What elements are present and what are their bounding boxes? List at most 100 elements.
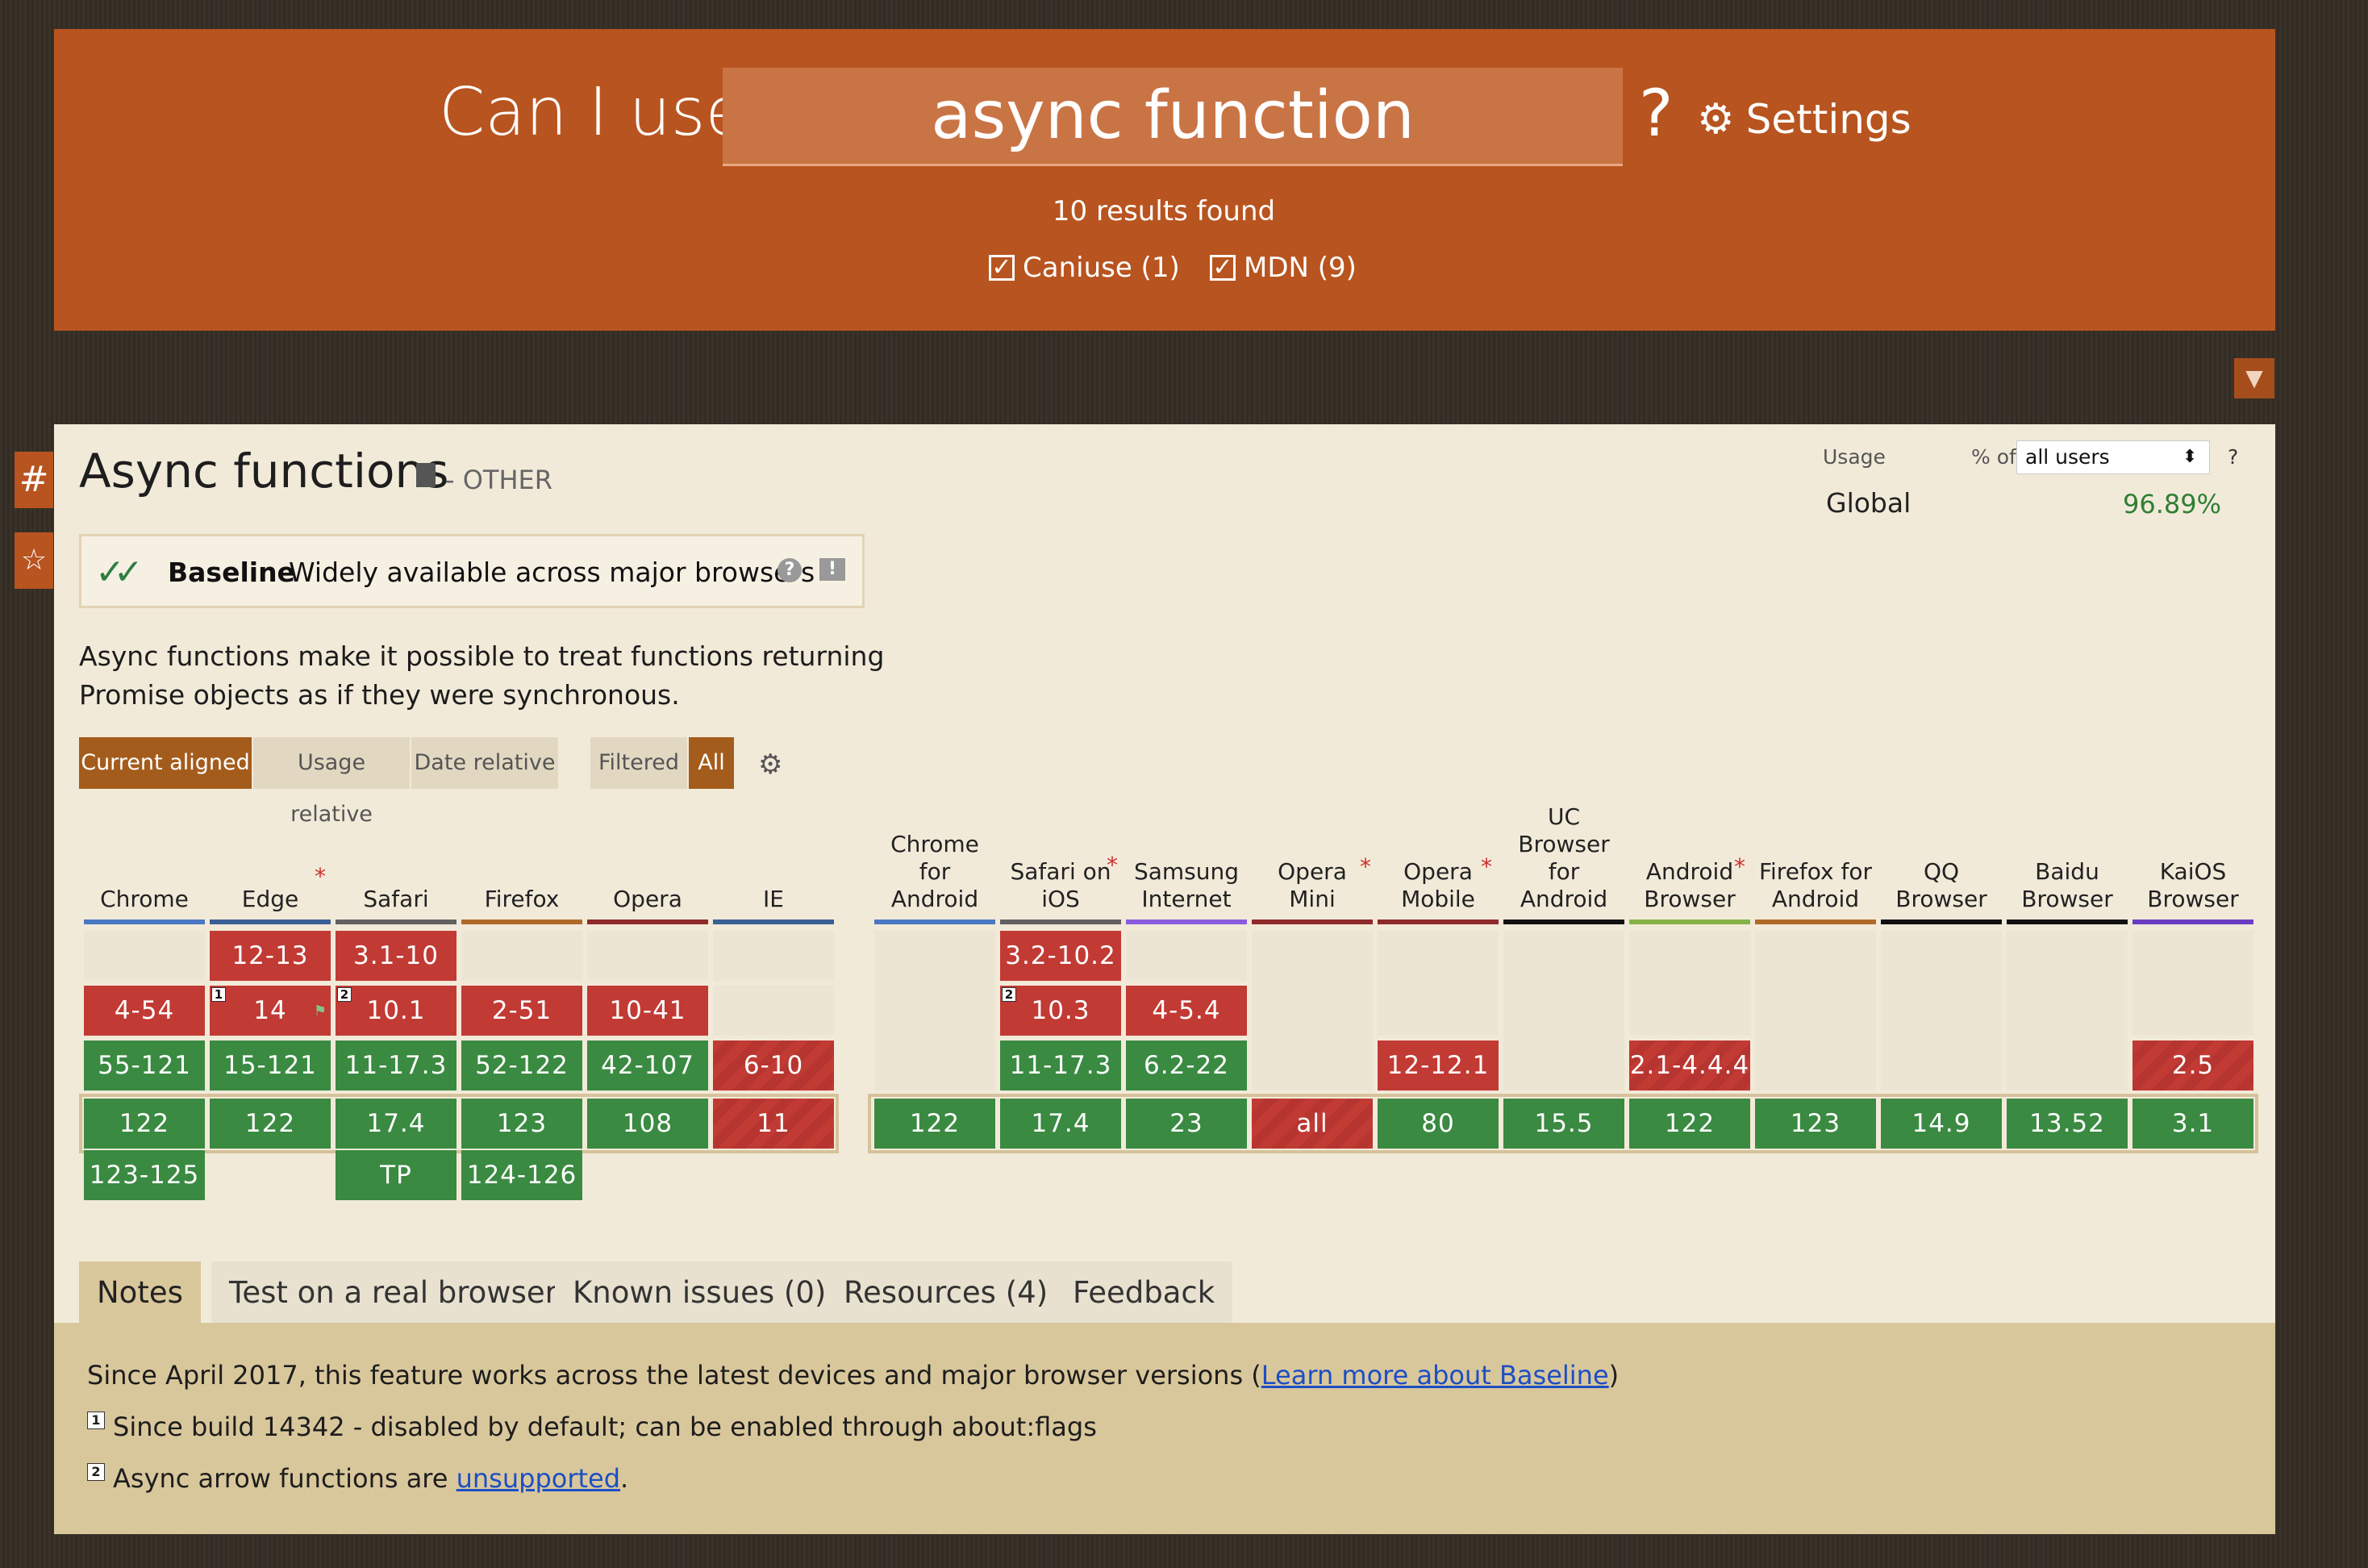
support-cell[interactable]: all [1252, 1099, 1373, 1149]
browser-name: Opera Mini [1278, 858, 1347, 912]
support-cell[interactable] [713, 931, 834, 981]
support-cell[interactable] [587, 931, 708, 981]
browser-header-opera-mini: Opera Mini * [1252, 816, 1373, 913]
note-2-text: Async arrow functions are [113, 1463, 457, 1494]
settings-button[interactable]: ⚙ Settings [1697, 95, 1911, 144]
support-cell[interactable]: 80 [1378, 1099, 1499, 1149]
tab-feedback[interactable]: Feedback [1055, 1261, 1233, 1324]
support-cell[interactable]: 108 [587, 1099, 708, 1149]
support-cell[interactable]: 11 [713, 1099, 834, 1149]
support-cell[interactable] [84, 931, 205, 981]
tab-notes[interactable]: Notes [79, 1261, 201, 1324]
support-cell[interactable]: 3.1 [2132, 1099, 2253, 1149]
feature-anchor-link[interactable]: # [15, 452, 53, 508]
support-cell[interactable] [2007, 931, 2128, 1091]
browser-name: Edge [241, 886, 299, 912]
double-check-icon: ✓✓ [95, 552, 144, 593]
support-cell[interactable]: 122 [874, 1099, 995, 1149]
tab-test-real-browser[interactable]: Test on a real browser [211, 1261, 575, 1324]
support-cell[interactable]: 14.9 [1881, 1099, 2002, 1149]
support-cell[interactable] [1378, 931, 1499, 1036]
support-cell[interactable]: 23 [1126, 1099, 1247, 1149]
help-link[interactable]: ? [1639, 76, 1673, 151]
support-cell[interactable]: 6-10 [713, 1040, 834, 1091]
support-cell[interactable] [461, 931, 582, 981]
view-usage-relative-button[interactable]: Usage relative [253, 737, 410, 827]
browser-name: Safari on iOS [1010, 858, 1111, 912]
support-cell[interactable] [874, 931, 995, 1091]
support-cell[interactable]: 13.52 [2007, 1099, 2128, 1149]
support-cell[interactable]: 123-125 [84, 1150, 205, 1200]
browser-header-opera-mobile: Opera Mobile * [1378, 816, 1499, 913]
support-cell[interactable]: 123 [461, 1099, 582, 1149]
support-cell[interactable]: 15.5 [1503, 1099, 1624, 1149]
browser-header-firefox: Firefox [461, 816, 582, 913]
support-cell[interactable]: 4-5.4 [1126, 986, 1247, 1036]
support-cell[interactable] [1503, 931, 1624, 1091]
support-cell[interactable]: 4-54 [84, 986, 205, 1036]
view-current-aligned-button[interactable]: Current aligned [79, 737, 252, 789]
feedback-icon[interactable]: ! [819, 558, 845, 581]
support-cell[interactable]: 12-13 [210, 931, 331, 981]
tab-resources[interactable]: Resources (4) [826, 1261, 1066, 1324]
support-cell[interactable] [2132, 931, 2253, 1036]
support-cell[interactable]: 52-122 [461, 1040, 582, 1091]
support-cell[interactable]: 17.4 [336, 1099, 457, 1149]
support-cell[interactable]: 3.1-10 [336, 931, 457, 981]
gear-icon[interactable]: ⚙ [758, 749, 782, 781]
search-input[interactable] [723, 68, 1623, 166]
support-cell[interactable] [713, 986, 834, 1036]
browser-name: IE [763, 886, 784, 912]
support-cell[interactable]: 10-41 [587, 986, 708, 1036]
support-cell[interactable]: 11-17.3 [336, 1040, 457, 1091]
select-arrow-icon: ⬍ [2182, 447, 2198, 467]
unsupported-link[interactable]: unsupported [457, 1463, 620, 1494]
filter-caniuse[interactable]: ✓ Caniuse (1) [989, 252, 1180, 284]
support-cell[interactable]: 15-121 [210, 1040, 331, 1091]
filter-icon[interactable]: ▼ [2234, 358, 2274, 398]
support-cell[interactable]: 122 [210, 1099, 331, 1149]
browser-bar [461, 920, 582, 924]
checkbox-caniuse[interactable]: ✓ [989, 255, 1015, 281]
learn-more-baseline-link[interactable]: Learn more about Baseline [1261, 1360, 1609, 1391]
filter-mdn[interactable]: ✓ MDN (9) [1210, 252, 1357, 284]
support-cell[interactable]: 17.4 [1000, 1099, 1121, 1149]
view-date-relative-button[interactable]: Date relative [411, 737, 558, 789]
support-cell[interactable] [1126, 931, 1247, 981]
support-cell[interactable]: 6.2-22 [1126, 1040, 1247, 1091]
support-cell[interactable]: 122 [1629, 1099, 1750, 1149]
support-cell[interactable]: 42-107 [587, 1040, 708, 1091]
support-cell[interactable]: 123 [1755, 1099, 1876, 1149]
support-cell[interactable] [1252, 931, 1373, 1091]
usage-help-link[interactable]: ? [2228, 445, 2238, 469]
support-cell[interactable]: 11-17.3 [1000, 1040, 1121, 1091]
support-cell[interactable]: TP [336, 1150, 457, 1200]
tab-known-issues[interactable]: Known issues (0) [555, 1261, 844, 1324]
checkbox-mdn[interactable]: ✓ [1210, 255, 1236, 281]
note-marker: 1 [211, 987, 226, 1002]
support-cell[interactable]: 2.1-4.4.4 [1629, 1040, 1750, 1091]
support-cell[interactable] [1881, 931, 2002, 1091]
usage-percentage: 96.89% [2123, 489, 2222, 519]
support-cell[interactable]: 124-126 [461, 1150, 582, 1200]
usage-region: Global [1826, 487, 1911, 519]
view-filtered-button[interactable]: Filtered [590, 737, 687, 789]
support-cell[interactable]: 2 10.1 [336, 986, 457, 1036]
view-all-button[interactable]: All [689, 737, 734, 789]
support-cell[interactable]: 2 10.3 [1000, 986, 1121, 1036]
support-cell[interactable]: 2.5 [2132, 1040, 2253, 1091]
support-cell[interactable] [1629, 931, 1750, 1036]
support-cell[interactable]: 3.2-10.2 [1000, 931, 1121, 981]
star-icon[interactable]: ☆ [15, 532, 53, 589]
support-cell[interactable]: 122 [84, 1099, 205, 1149]
browser-name: Chrome for Android [890, 831, 979, 912]
support-cell[interactable]: 2-51 [461, 986, 582, 1036]
baseline-help-icon[interactable]: ? [778, 558, 802, 582]
support-cell[interactable] [1755, 931, 1876, 1091]
support-cell[interactable]: 12-12.1 [1378, 1040, 1499, 1091]
support-cell[interactable]: 55-121 [84, 1040, 205, 1091]
support-cell[interactable]: 1 14 ⚑ [210, 986, 331, 1036]
note-1: 1 Since build 14342 - disabled by default… [87, 1412, 1097, 1442]
filter-caniuse-label: Caniuse (1) [1023, 252, 1180, 284]
usage-scope-select[interactable]: all users [2016, 440, 2210, 474]
